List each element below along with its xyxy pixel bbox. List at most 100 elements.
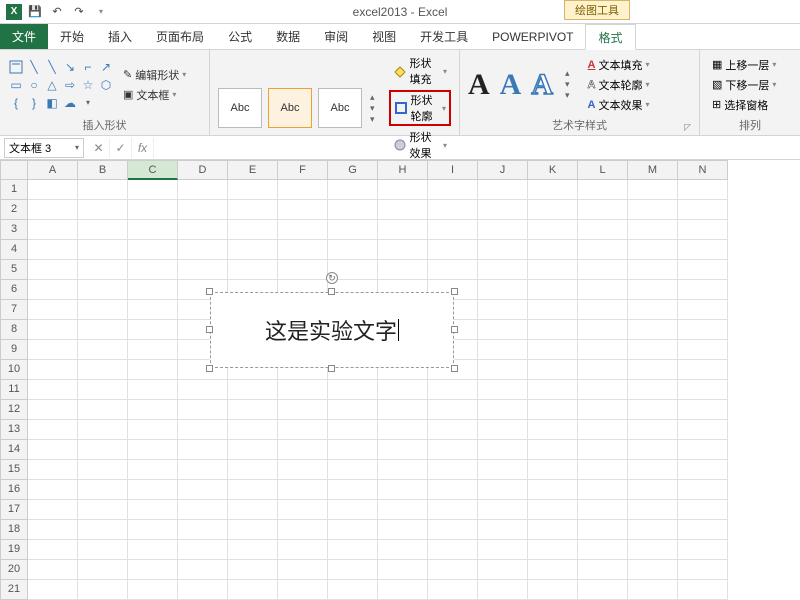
cell-D2[interactable]: [178, 200, 228, 220]
cell-J3[interactable]: [478, 220, 528, 240]
resize-handle-e[interactable]: [451, 326, 458, 333]
cell-M15[interactable]: [628, 460, 678, 480]
shape-style-gallery[interactable]: Abc Abc Abc ▴▾▾: [218, 88, 375, 128]
cell-B4[interactable]: [78, 240, 128, 260]
shape-triangle-icon[interactable]: △: [44, 77, 60, 93]
cell-B15[interactable]: [78, 460, 128, 480]
cell-G11[interactable]: [328, 380, 378, 400]
cell-L11[interactable]: [578, 380, 628, 400]
style-thumb-3[interactable]: Abc: [318, 88, 362, 128]
cell-E18[interactable]: [228, 520, 278, 540]
cell-H20[interactable]: [378, 560, 428, 580]
row-header-15[interactable]: 15: [0, 460, 28, 480]
selection-pane-button[interactable]: ⊞ 选择窗格: [708, 96, 780, 114]
cell-C2[interactable]: [128, 200, 178, 220]
column-header-I[interactable]: I: [428, 160, 478, 180]
cell-C3[interactable]: [128, 220, 178, 240]
cell-K17[interactable]: [528, 500, 578, 520]
cell-L19[interactable]: [578, 540, 628, 560]
cell-N3[interactable]: [678, 220, 728, 240]
cell-F4[interactable]: [278, 240, 328, 260]
cell-C13[interactable]: [128, 420, 178, 440]
cell-I3[interactable]: [428, 220, 478, 240]
cell-F1[interactable]: [278, 180, 328, 200]
cell-G14[interactable]: [328, 440, 378, 460]
cell-E5[interactable]: [228, 260, 278, 280]
cell-A11[interactable]: [28, 380, 78, 400]
cell-F18[interactable]: [278, 520, 328, 540]
cell-A8[interactable]: [28, 320, 78, 340]
cell-A16[interactable]: [28, 480, 78, 500]
cell-E4[interactable]: [228, 240, 278, 260]
cell-J4[interactable]: [478, 240, 528, 260]
cell-B17[interactable]: [78, 500, 128, 520]
cell-E15[interactable]: [228, 460, 278, 480]
cell-E17[interactable]: [228, 500, 278, 520]
cell-D5[interactable]: [178, 260, 228, 280]
cell-E11[interactable]: [228, 380, 278, 400]
shape-hex-icon[interactable]: ⬡: [98, 77, 114, 93]
cell-G18[interactable]: [328, 520, 378, 540]
text-effects-button[interactable]: A 文本效果 ▾: [584, 96, 654, 114]
column-header-M[interactable]: M: [628, 160, 678, 180]
cell-J1[interactable]: [478, 180, 528, 200]
cell-J5[interactable]: [478, 260, 528, 280]
cell-N7[interactable]: [678, 300, 728, 320]
resize-handle-se[interactable]: [451, 365, 458, 372]
cell-D20[interactable]: [178, 560, 228, 580]
cell-H15[interactable]: [378, 460, 428, 480]
shape-arrowline-icon[interactable]: ↗: [98, 59, 114, 75]
cell-J14[interactable]: [478, 440, 528, 460]
textbox-content[interactable]: 这是实验文字: [210, 292, 454, 368]
row-header-6[interactable]: 6: [0, 280, 28, 300]
cell-J11[interactable]: [478, 380, 528, 400]
cell-M18[interactable]: [628, 520, 678, 540]
cell-C17[interactable]: [128, 500, 178, 520]
cell-K12[interactable]: [528, 400, 578, 420]
cancel-button[interactable]: ✕: [88, 138, 110, 158]
cell-I14[interactable]: [428, 440, 478, 460]
cell-A5[interactable]: [28, 260, 78, 280]
cell-J2[interactable]: [478, 200, 528, 220]
cell-L7[interactable]: [578, 300, 628, 320]
cell-J18[interactable]: [478, 520, 528, 540]
cell-H18[interactable]: [378, 520, 428, 540]
cell-K14[interactable]: [528, 440, 578, 460]
cell-N13[interactable]: [678, 420, 728, 440]
row-header-17[interactable]: 17: [0, 500, 28, 520]
tab-format[interactable]: 格式: [585, 24, 635, 50]
column-header-H[interactable]: H: [378, 160, 428, 180]
cell-G20[interactable]: [328, 560, 378, 580]
cell-C9[interactable]: [128, 340, 178, 360]
textbox-button[interactable]: ▣ 文本框 ▾: [120, 86, 189, 104]
cell-F15[interactable]: [278, 460, 328, 480]
column-header-N[interactable]: N: [678, 160, 728, 180]
cell-D15[interactable]: [178, 460, 228, 480]
cell-D14[interactable]: [178, 440, 228, 460]
wordart-dialog-icon[interactable]: ◸: [684, 122, 691, 133]
column-header-A[interactable]: A: [28, 160, 78, 180]
cell-B10[interactable]: [78, 360, 128, 380]
cell-J17[interactable]: [478, 500, 528, 520]
style-up-icon[interactable]: ▴: [370, 92, 375, 103]
cell-D16[interactable]: [178, 480, 228, 500]
cell-I18[interactable]: [428, 520, 478, 540]
cell-I1[interactable]: [428, 180, 478, 200]
cell-F3[interactable]: [278, 220, 328, 240]
shape-more-icon[interactable]: ▾: [80, 95, 96, 111]
cell-M1[interactable]: [628, 180, 678, 200]
cell-M13[interactable]: [628, 420, 678, 440]
column-header-G[interactable]: G: [328, 160, 378, 180]
shape-cloud-icon[interactable]: ☁: [62, 95, 78, 111]
shape-brace2-icon[interactable]: }: [26, 95, 42, 111]
shape-textbox-icon[interactable]: [8, 59, 24, 75]
cell-C10[interactable]: [128, 360, 178, 380]
cell-K2[interactable]: [528, 200, 578, 220]
qat-dropdown-icon[interactable]: ▾: [92, 3, 110, 21]
cell-K10[interactable]: [528, 360, 578, 380]
cell-M14[interactable]: [628, 440, 678, 460]
row-header-2[interactable]: 2: [0, 200, 28, 220]
cell-I12[interactable]: [428, 400, 478, 420]
cell-E13[interactable]: [228, 420, 278, 440]
namebox-dropdown-icon[interactable]: ▾: [75, 143, 79, 152]
